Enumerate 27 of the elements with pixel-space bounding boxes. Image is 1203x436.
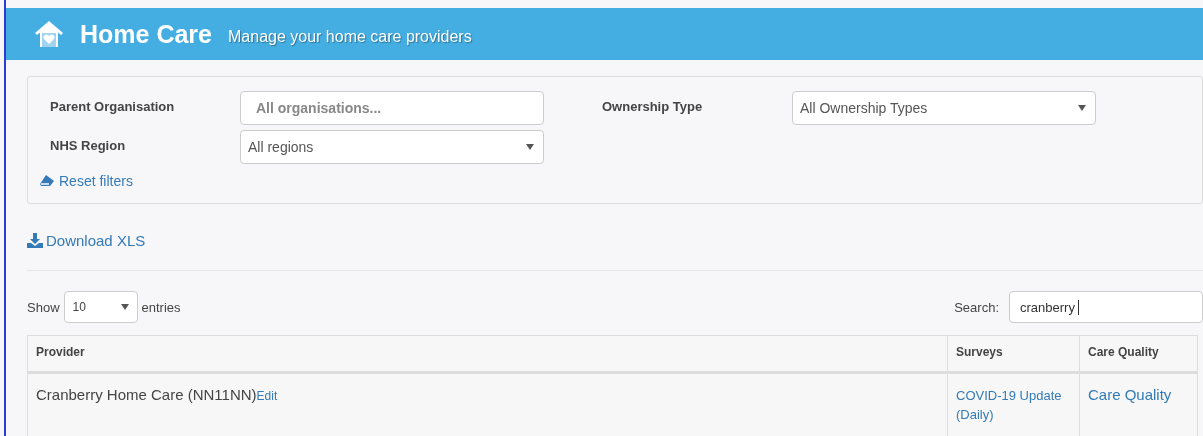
- filter-text-field[interactable]: All organisations...: [240, 91, 544, 125]
- filter-label: Parent Organisation: [49, 98, 176, 114]
- page-subtitle: Manage your home care providers: [228, 27, 472, 46]
- provider-name: Cranberry Home Care (NN11NN): [36, 386, 257, 403]
- care-quality-link[interactable]: Care Quality: [1088, 386, 1172, 403]
- page-title: Home Care: [80, 19, 212, 49]
- dropdown-caret-icon: [120, 304, 129, 310]
- download-xls-link[interactable]: Download XLS: [27, 232, 146, 249]
- filter-label: Ownership Type: [601, 98, 704, 114]
- search-label: Search:: [954, 299, 999, 315]
- entries-dropdown[interactable]: 10: [63, 291, 138, 323]
- eraser-icon: [40, 175, 55, 187]
- filter-label: NHS Region: [49, 137, 127, 153]
- filter-dropdown[interactable]: All Ownership Types: [792, 91, 1096, 125]
- filter-dropdown[interactable]: All regions: [240, 130, 544, 164]
- dropdown-caret-icon: [1078, 105, 1086, 111]
- reset-filters-link[interactable]: Reset filters: [40, 169, 592, 189]
- column-header: Surveys: [947, 335, 1080, 373]
- entries-label: entries: [141, 299, 181, 315]
- column-header: Care Quality: [1079, 335, 1198, 373]
- dropdown-caret-icon: [526, 144, 534, 150]
- column-header: Provider: [27, 335, 948, 373]
- search-field[interactable]: cranberry: [1009, 291, 1203, 323]
- show-label: Show: [27, 299, 60, 315]
- house-heart-icon: [34, 20, 64, 48]
- download-icon: [27, 233, 43, 248]
- edit-link[interactable]: Edit: [256, 389, 278, 403]
